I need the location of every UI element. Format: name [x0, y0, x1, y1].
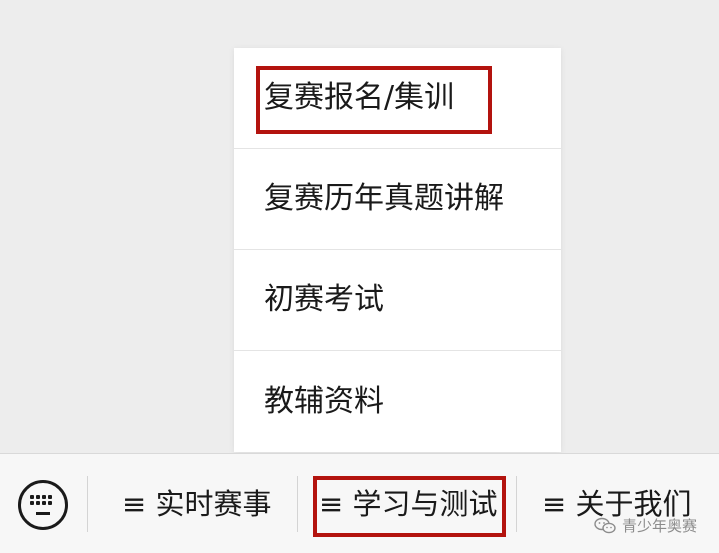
- menu-item-label: 复赛历年真题讲解: [264, 181, 504, 216]
- wechat-icon: [594, 517, 616, 534]
- keyboard-icon: [30, 495, 56, 515]
- menu-item-study-materials[interactable]: 教辅资料: [234, 351, 561, 452]
- tab-label: ≡ 实时赛事: [122, 487, 272, 521]
- keyboard-toggle-button[interactable]: [18, 480, 68, 530]
- menu-item-semifinal-registration[interactable]: 复赛报名/集训: [234, 48, 561, 149]
- tab-label: ≡ 关于我们: [542, 487, 692, 521]
- divider: [297, 476, 298, 532]
- tab-study-and-test[interactable]: ≡ 学习与测试: [305, 474, 513, 534]
- menu-item-preliminary-exam[interactable]: 初赛考试: [234, 250, 561, 351]
- divider: [516, 476, 517, 532]
- tab-live-events[interactable]: ≡ 实时赛事: [98, 474, 294, 534]
- bottom-menu-bar: ≡ 实时赛事 ≡ 学习与测试 ≡ 关于我们 青少年奥赛: [0, 453, 719, 553]
- watermark-text: 青少年奥赛: [621, 517, 697, 535]
- watermark: 青少年奥赛: [594, 517, 697, 535]
- menu-item-label: 教辅资料: [264, 383, 384, 419]
- divider: [87, 476, 88, 532]
- menu-item-label: 初赛考试: [264, 282, 384, 317]
- submenu-popup: 复赛报名/集训 复赛历年真题讲解 初赛考试 教辅资料: [234, 48, 561, 452]
- tab-label: ≡ 学习与测试: [319, 487, 498, 521]
- menu-item-label: 复赛报名/集训: [264, 80, 455, 115]
- menu-item-past-exam-explanations[interactable]: 复赛历年真题讲解: [234, 149, 561, 250]
